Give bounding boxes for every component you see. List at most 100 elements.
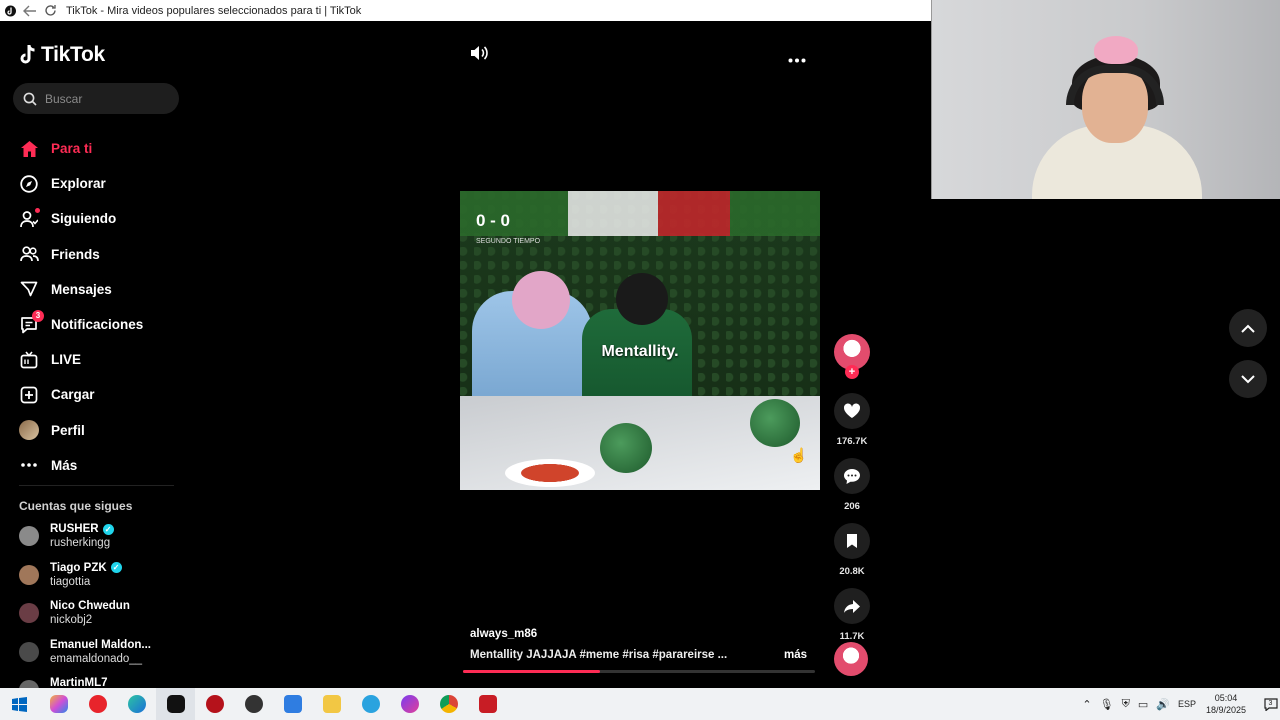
network-icon[interactable]: ▭ [1138, 698, 1148, 711]
search-box[interactable] [13, 83, 179, 114]
more-options-icon[interactable] [788, 50, 806, 68]
chrome-icon[interactable] [429, 688, 468, 720]
creator-avatar[interactable]: + [834, 334, 870, 379]
chevron-down-icon [1241, 374, 1255, 383]
back-icon[interactable] [20, 0, 40, 21]
speaker-icon[interactable]: 🔊 [1156, 698, 1170, 711]
video-author[interactable]: always_m86 [470, 628, 537, 640]
next-video-button[interactable] [1229, 360, 1267, 398]
copilot-icon[interactable] [39, 688, 78, 720]
main-nav: Para ti Explorar Siguiendo Friends Mensa… [19, 131, 184, 483]
account-handle: tiagottia [50, 575, 91, 588]
following-account-tiago[interactable]: Tiago PZK ✓ tiagottia [19, 562, 184, 601]
nav-item-perfil[interactable]: Perfil [19, 413, 184, 448]
tiktok-note-icon [20, 44, 35, 64]
reload-icon[interactable] [40, 0, 60, 21]
nav-item-notificaciones[interactable]: 3 Notificaciones [19, 307, 184, 342]
language-indicator[interactable]: ESP [1178, 699, 1196, 709]
more-link[interactable]: más [784, 649, 807, 661]
notification-center-icon[interactable]: 3 [1256, 692, 1280, 716]
upload-icon [19, 385, 39, 405]
verified-icon: ✓ [110, 562, 122, 573]
nav-label: Explorar [51, 176, 106, 192]
notifications-icon: 3 [19, 309, 44, 335]
more-icon [19, 455, 39, 475]
voice-getter-icon[interactable] [468, 688, 507, 720]
nav-item-siguiendo[interactable]: Siguiendo [19, 201, 184, 236]
hand-cursor-icon: ☝ [790, 447, 808, 463]
red-app-icon[interactable] [195, 688, 234, 720]
chevron-up-icon[interactable]: ⌃ [1082, 698, 1091, 711]
video-player[interactable]: 0 - 0 SEGUNDO TIEMPO Mentallity. ☝ [460, 191, 820, 490]
following-dot [35, 207, 40, 213]
nav-item-mas[interactable]: Más [19, 448, 184, 483]
search-input[interactable] [45, 91, 165, 106]
nav-item-explorar[interactable]: Explorar [19, 166, 184, 201]
nav-item-mensajes[interactable]: Mensajes [19, 272, 184, 307]
webcam-overlay [931, 0, 1280, 199]
bookmark-icon[interactable] [834, 523, 870, 559]
nav-label: Perfil [51, 422, 85, 438]
windows-start-icon[interactable] [0, 688, 39, 720]
avatar [19, 420, 39, 441]
comment-action[interactable]: 206 [832, 458, 872, 512]
avatar [19, 526, 39, 546]
save-action[interactable]: 20.8K [832, 523, 872, 577]
messages-icon [19, 279, 39, 299]
sidebar: TikTok Para ti Explorar [0, 21, 190, 688]
system-tray: ⌃ 🎙 ⛨ ▭ 🔊 ESP 05:04 18/9/2025 3 [1078, 688, 1280, 720]
security-icon[interactable]: ⛨ [1122, 698, 1130, 711]
nav-label: LIVE [51, 352, 82, 368]
clock[interactable]: 05:04 18/9/2025 [1206, 692, 1246, 716]
previous-video-button[interactable] [1229, 309, 1267, 347]
tiktok-app-icon[interactable] [156, 688, 195, 720]
comment-icon[interactable] [834, 458, 870, 494]
live-icon [19, 350, 39, 370]
account-handle: rusherkingg [50, 537, 111, 549]
account-name: MartinML7 [50, 677, 108, 688]
video-progress-bar[interactable] [463, 670, 815, 673]
account-handle: nickobj2 [50, 614, 93, 626]
nav-item-para-ti[interactable]: Para ti [19, 131, 184, 166]
volume-icon[interactable] [469, 44, 489, 67]
browser-titlebar: TikTok - Mira videos populares seleccion… [0, 0, 931, 21]
store-icon[interactable] [273, 688, 312, 720]
following-account-rusher[interactable]: RUSHER ✓ rusherkingg [19, 523, 184, 562]
plate [505, 459, 595, 487]
nav-item-cargar[interactable]: Cargar [19, 377, 184, 412]
gauge-app-icon[interactable] [234, 688, 273, 720]
music-disc-icon[interactable] [834, 642, 868, 676]
nav-label: Notificaciones [51, 317, 144, 333]
folder-icon[interactable] [312, 688, 351, 720]
edge-icon[interactable] [117, 688, 156, 720]
video-period: SEGUNDO TIEMPO [476, 238, 541, 245]
nav-label: Siguiendo [51, 211, 117, 227]
microphone-icon[interactable]: 🎙 [1100, 698, 1114, 711]
share-icon[interactable] [834, 588, 870, 624]
messenger-icon[interactable] [390, 688, 429, 720]
clock-date: 18/9/2025 [1205, 705, 1246, 715]
nav-item-live[interactable]: LIVE [19, 342, 184, 377]
video-caption: Mentallity. [601, 343, 679, 360]
telegram-icon[interactable] [351, 688, 390, 720]
verified-icon: ✓ [102, 523, 114, 535]
share-action[interactable]: 11.7K [832, 588, 872, 642]
nav-item-friends[interactable]: Friends [19, 237, 184, 272]
follow-plus-icon[interactable]: + [845, 365, 859, 379]
tiktok-logo[interactable]: TikTok [19, 43, 105, 67]
following-account-emanuel[interactable]: Emanuel Maldon... emamaldonado__ [19, 639, 184, 678]
notifications-badge: 3 [32, 309, 44, 322]
windows-taskbar: ⌃ 🎙 ⛨ ▭ 🔊 ESP 05:04 18/9/2025 3 [0, 688, 1280, 720]
nav-label: Friends [51, 246, 100, 262]
following-account-nico[interactable]: Nico Chwedun nickobj2 [19, 600, 184, 639]
chevron-up-icon [1241, 324, 1255, 333]
compass-icon [19, 174, 39, 194]
video-description[interactable]: Mentallity JAJJAJA #meme #risa #parareir… [470, 649, 727, 661]
notification-count: 3 [1268, 699, 1273, 707]
media-player-icon[interactable] [78, 688, 117, 720]
sidebar-divider [19, 485, 174, 486]
heart-icon[interactable] [834, 393, 870, 429]
following-account-martin[interactable]: MartinML7 [19, 677, 184, 688]
like-action[interactable]: 176.7K [832, 393, 872, 447]
action-column: + 176.7K 206 20.8K 11.7K [832, 334, 872, 642]
